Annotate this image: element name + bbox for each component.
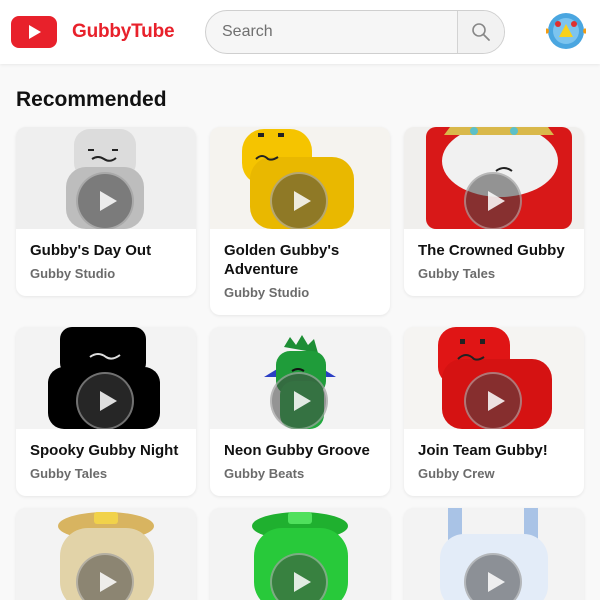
play-icon[interactable] xyxy=(76,172,134,229)
channel-name[interactable]: Gubby Crew xyxy=(418,465,570,482)
video-thumbnail[interactable] xyxy=(210,508,390,600)
video-title[interactable]: Gubby's Day Out xyxy=(30,241,182,260)
video-thumbnail[interactable] xyxy=(16,327,196,429)
channel-name[interactable]: Gubby Studio xyxy=(30,265,182,282)
user-avatar[interactable] xyxy=(545,11,587,51)
video-thumbnail[interactable] xyxy=(404,327,584,429)
channel-name[interactable]: Gubby Beats xyxy=(224,465,376,482)
video-card[interactable] xyxy=(404,508,584,600)
video-thumbnail[interactable] xyxy=(404,127,584,229)
video-thumbnail[interactable] xyxy=(404,508,584,600)
video-thumbnail[interactable] xyxy=(210,127,390,229)
channel-name[interactable]: Gubby Studio xyxy=(224,284,376,301)
channel-name[interactable]: Gubby Tales xyxy=(418,265,570,282)
channel-name[interactable]: Gubby Tales xyxy=(30,465,182,482)
video-thumbnail[interactable] xyxy=(16,508,196,600)
play-icon[interactable] xyxy=(464,172,522,229)
video-card[interactable] xyxy=(210,508,390,600)
video-thumbnail[interactable] xyxy=(16,127,196,229)
video-card[interactable]: The Crowned Gubby Gubby Tales xyxy=(404,127,584,296)
video-card[interactable]: Spooky Gubby Night Gubby Tales xyxy=(16,327,196,496)
video-thumbnail[interactable] xyxy=(210,327,390,429)
video-card[interactable]: Golden Gubby's Adventure Gubby Studio xyxy=(210,127,390,315)
play-icon[interactable] xyxy=(76,372,134,429)
play-icon[interactable] xyxy=(270,172,328,229)
search-bar xyxy=(205,10,505,54)
brand-name[interactable]: GubbyTube xyxy=(72,21,175,43)
search-input[interactable] xyxy=(206,11,458,53)
video-card[interactable]: Join Team Gubby! Gubby Crew xyxy=(404,327,584,496)
video-card[interactable] xyxy=(16,508,196,600)
video-title[interactable]: Golden Gubby's Adventure xyxy=(224,241,376,279)
video-card[interactable]: Neon Gubby Groove Gubby Beats xyxy=(210,327,390,496)
play-icon[interactable] xyxy=(464,372,522,429)
video-title[interactable]: The Crowned Gubby xyxy=(418,241,570,260)
video-title[interactable]: Join Team Gubby! xyxy=(418,441,570,460)
video-card[interactable]: Gubby's Day Out Gubby Studio xyxy=(16,127,196,296)
play-icon[interactable] xyxy=(270,372,328,429)
section-title: Recommended xyxy=(16,88,167,111)
top-bar: GubbyTube xyxy=(0,0,600,64)
video-title[interactable]: Spooky Gubby Night xyxy=(30,441,182,460)
video-title[interactable]: Neon Gubby Groove xyxy=(224,441,376,460)
search-icon xyxy=(472,23,490,41)
youtube-logo-icon[interactable] xyxy=(11,16,57,48)
search-button[interactable] xyxy=(457,11,504,53)
